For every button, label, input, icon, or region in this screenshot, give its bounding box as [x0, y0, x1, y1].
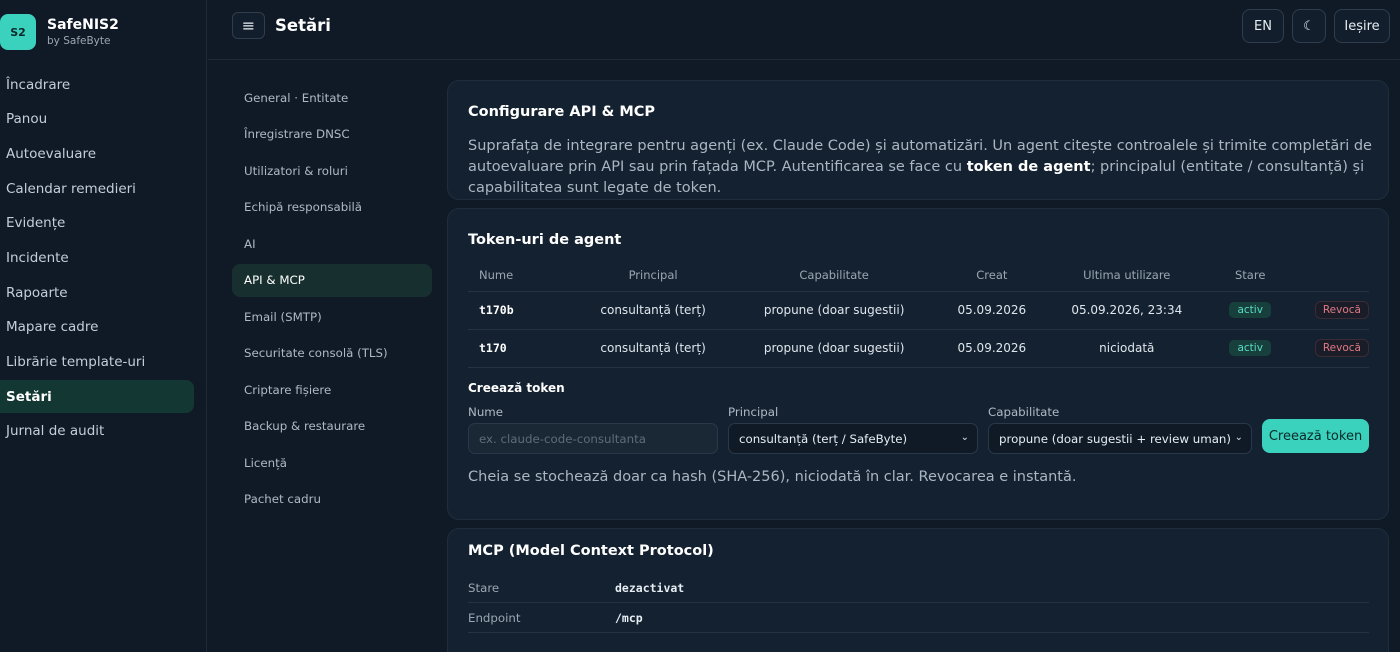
token-storage-note: Cheia se stochează doar ca hash (SHA-256… [468, 469, 1077, 485]
sidebar: S2 SafeNIS2 by SafeByte Încadrare Panou Au… [0, 0, 207, 652]
nav-item[interactable]: Calendar remedieri [0, 172, 194, 205]
nav-item[interactable]: Mapare cadre [0, 311, 194, 344]
capability-label: Capabilitate [988, 405, 1060, 419]
mcp-endpoint-key: Endpoint [468, 610, 521, 625]
token-last-used-cell: 05.09.2026, 23:34 [1067, 291, 1186, 330]
token-name-cell: t170b [468, 291, 554, 330]
settings-subnav-item[interactable]: Utilizatori & roluri [232, 154, 432, 187]
page-title: Setări [275, 16, 331, 35]
settings-subnav-item[interactable]: Email (SMTP) [232, 300, 432, 333]
settings-subnav-item[interactable]: Criptare fișiere [232, 373, 432, 406]
settings-subnav-item[interactable]: Echipă responsabilă [232, 191, 432, 224]
token-created-cell: 05.09.2026 [915, 291, 1068, 330]
settings-subnav-item[interactable]: Pachet cadru [232, 483, 432, 516]
brand[interactable]: S2 SafeNIS2 by SafeByte [0, 14, 119, 50]
table-row: t170 consultanță (terț) propune (doar suge… [468, 329, 1369, 368]
nav-item[interactable]: Panou [0, 103, 194, 136]
chevron-down-icon: ⌄ [1234, 432, 1243, 443]
desc-bold: token de agent [966, 159, 1091, 175]
chevron-down-icon: ⌄ [960, 432, 969, 443]
principal-label: Principal [728, 405, 779, 419]
token-status-cell: activ [1185, 329, 1315, 368]
capability-select-value: propune (doar sugestii + review uman) [999, 431, 1232, 446]
create-token-title: Creează token [468, 381, 565, 395]
table-row: t170b consultanță (terț) propune (doar sug… [468, 291, 1369, 330]
brand-logo: S2 [0, 14, 36, 50]
agent-tokens-title: Token-uri de agent [468, 232, 622, 248]
mcp-status-key: Stare [468, 580, 500, 595]
api-config-card: Configurare API & MCP Suprafața de integ… [447, 80, 1389, 200]
col-principal-header: Principal [553, 260, 753, 292]
token-actions-cell: Revocă [1314, 291, 1369, 330]
table-header-row: Nume Principal Capabilitate Creat Ultima uti… [468, 260, 1369, 292]
token-status-cell: activ [1185, 291, 1315, 330]
col-last-used-header: Ultima utilizare [1067, 260, 1186, 292]
language-button[interactable]: EN [1242, 9, 1284, 43]
token-created-cell: 05.09.2026 [915, 329, 1068, 368]
name-label: Nume [468, 405, 504, 419]
token-principal-cell: consultanță (terț) [553, 329, 753, 368]
capability-select[interactable]: propune (doar sugestii + review uman) ⌄ [988, 423, 1252, 454]
api-config-description: Suprafața de integrare pentru agenți (ex… [468, 136, 1378, 199]
topbar: ≡ Setări EN ☾ Ieșire [208, 0, 1400, 60]
status-badge: activ [1229, 340, 1271, 356]
mcp-card: MCP (Model Context Protocol) Stare dezac… [447, 528, 1389, 652]
nav-item[interactable]: Setări [0, 380, 194, 414]
tokens-table: Nume Principal Capabilitate Creat Ultima uti… [468, 260, 1369, 368]
mcp-title: MCP (Model Context Protocol) [468, 543, 714, 559]
token-last-used-cell: niciodată [1067, 329, 1186, 368]
settings-subnav-item[interactable]: AI [232, 227, 432, 260]
col-name-header: Nume [468, 260, 554, 292]
revoke-token-button[interactable]: Revocă [1314, 339, 1369, 357]
nav-item[interactable]: Rapoarte [0, 276, 194, 309]
token-name-input[interactable]: ex. claude-code-consultanta [468, 423, 718, 454]
col-capability-header: Capabilitate [752, 260, 916, 292]
nav-item[interactable]: Evidențe [0, 207, 194, 240]
col-status-header: Stare [1185, 260, 1315, 292]
col-actions-header [1314, 260, 1369, 292]
mcp-status-value: dezactivat [615, 580, 685, 595]
settings-subnav-item[interactable]: General · Entitate [232, 81, 432, 114]
token-actions-cell: Revocă [1314, 329, 1369, 368]
token-name-cell: t170 [468, 329, 554, 368]
logout-button[interactable]: Ieșire [1334, 9, 1390, 43]
token-name-placeholder: ex. claude-code-consultanta [479, 431, 646, 446]
nav-item[interactable]: Autoevaluare [0, 137, 194, 170]
settings-subnav-item[interactable]: Înregistrare DNSC [232, 118, 432, 151]
api-config-title: Configurare API & MCP [468, 104, 656, 120]
principal-select[interactable]: consultanță (terț / SafeByte) ⌄ [728, 423, 978, 454]
create-token-button[interactable]: Creează token [1262, 419, 1369, 453]
principal-select-value: consultanță (terț / SafeByte) [739, 431, 908, 446]
mcp-endpoint-value: /mcp [615, 610, 643, 625]
mcp-endpoint-row: Endpoint /mcp [468, 603, 1369, 633]
revoke-token-button[interactable]: Revocă [1314, 301, 1369, 319]
nav-item[interactable]: Jurnal de audit [0, 415, 194, 448]
mcp-status-row: Stare dezactivat [468, 573, 1369, 603]
token-capability-cell: propune (doar sugestii) [752, 329, 916, 368]
settings-subnav-item[interactable]: Securitate consolă (TLS) [232, 337, 432, 370]
nav-item[interactable]: Librărie template-uri [0, 346, 194, 379]
brand-subtitle: by SafeByte [47, 34, 111, 47]
moon-icon: ☾ [1303, 18, 1315, 34]
col-created-header: Creat [915, 260, 1068, 292]
token-capability-cell: propune (doar sugestii) [752, 291, 916, 330]
hamburger-icon: ≡ [241, 16, 256, 35]
settings-subnav: General · Entitate Înregistrare DNSC Utili… [232, 81, 432, 519]
theme-toggle-button[interactable]: ☾ [1292, 9, 1326, 43]
menu-toggle-button[interactable]: ≡ [232, 12, 265, 39]
nav-item[interactable]: Încadrare [0, 68, 194, 101]
main-nav: Încadrare Panou Autoevaluare Calendar remed… [0, 68, 194, 450]
settings-subnav-item[interactable]: Licență [232, 446, 432, 479]
agent-tokens-card: Token-uri de agent Nume Principal Capabili… [447, 208, 1389, 520]
settings-subnav-item[interactable]: Backup & restaurare [232, 410, 432, 443]
nav-item[interactable]: Incidente [0, 241, 194, 274]
settings-subnav-item[interactable]: API & MCP [232, 263, 432, 297]
brand-name: SafeNIS2 [47, 16, 119, 33]
status-badge: activ [1229, 302, 1271, 318]
token-principal-cell: consultanță (terț) [553, 291, 753, 330]
